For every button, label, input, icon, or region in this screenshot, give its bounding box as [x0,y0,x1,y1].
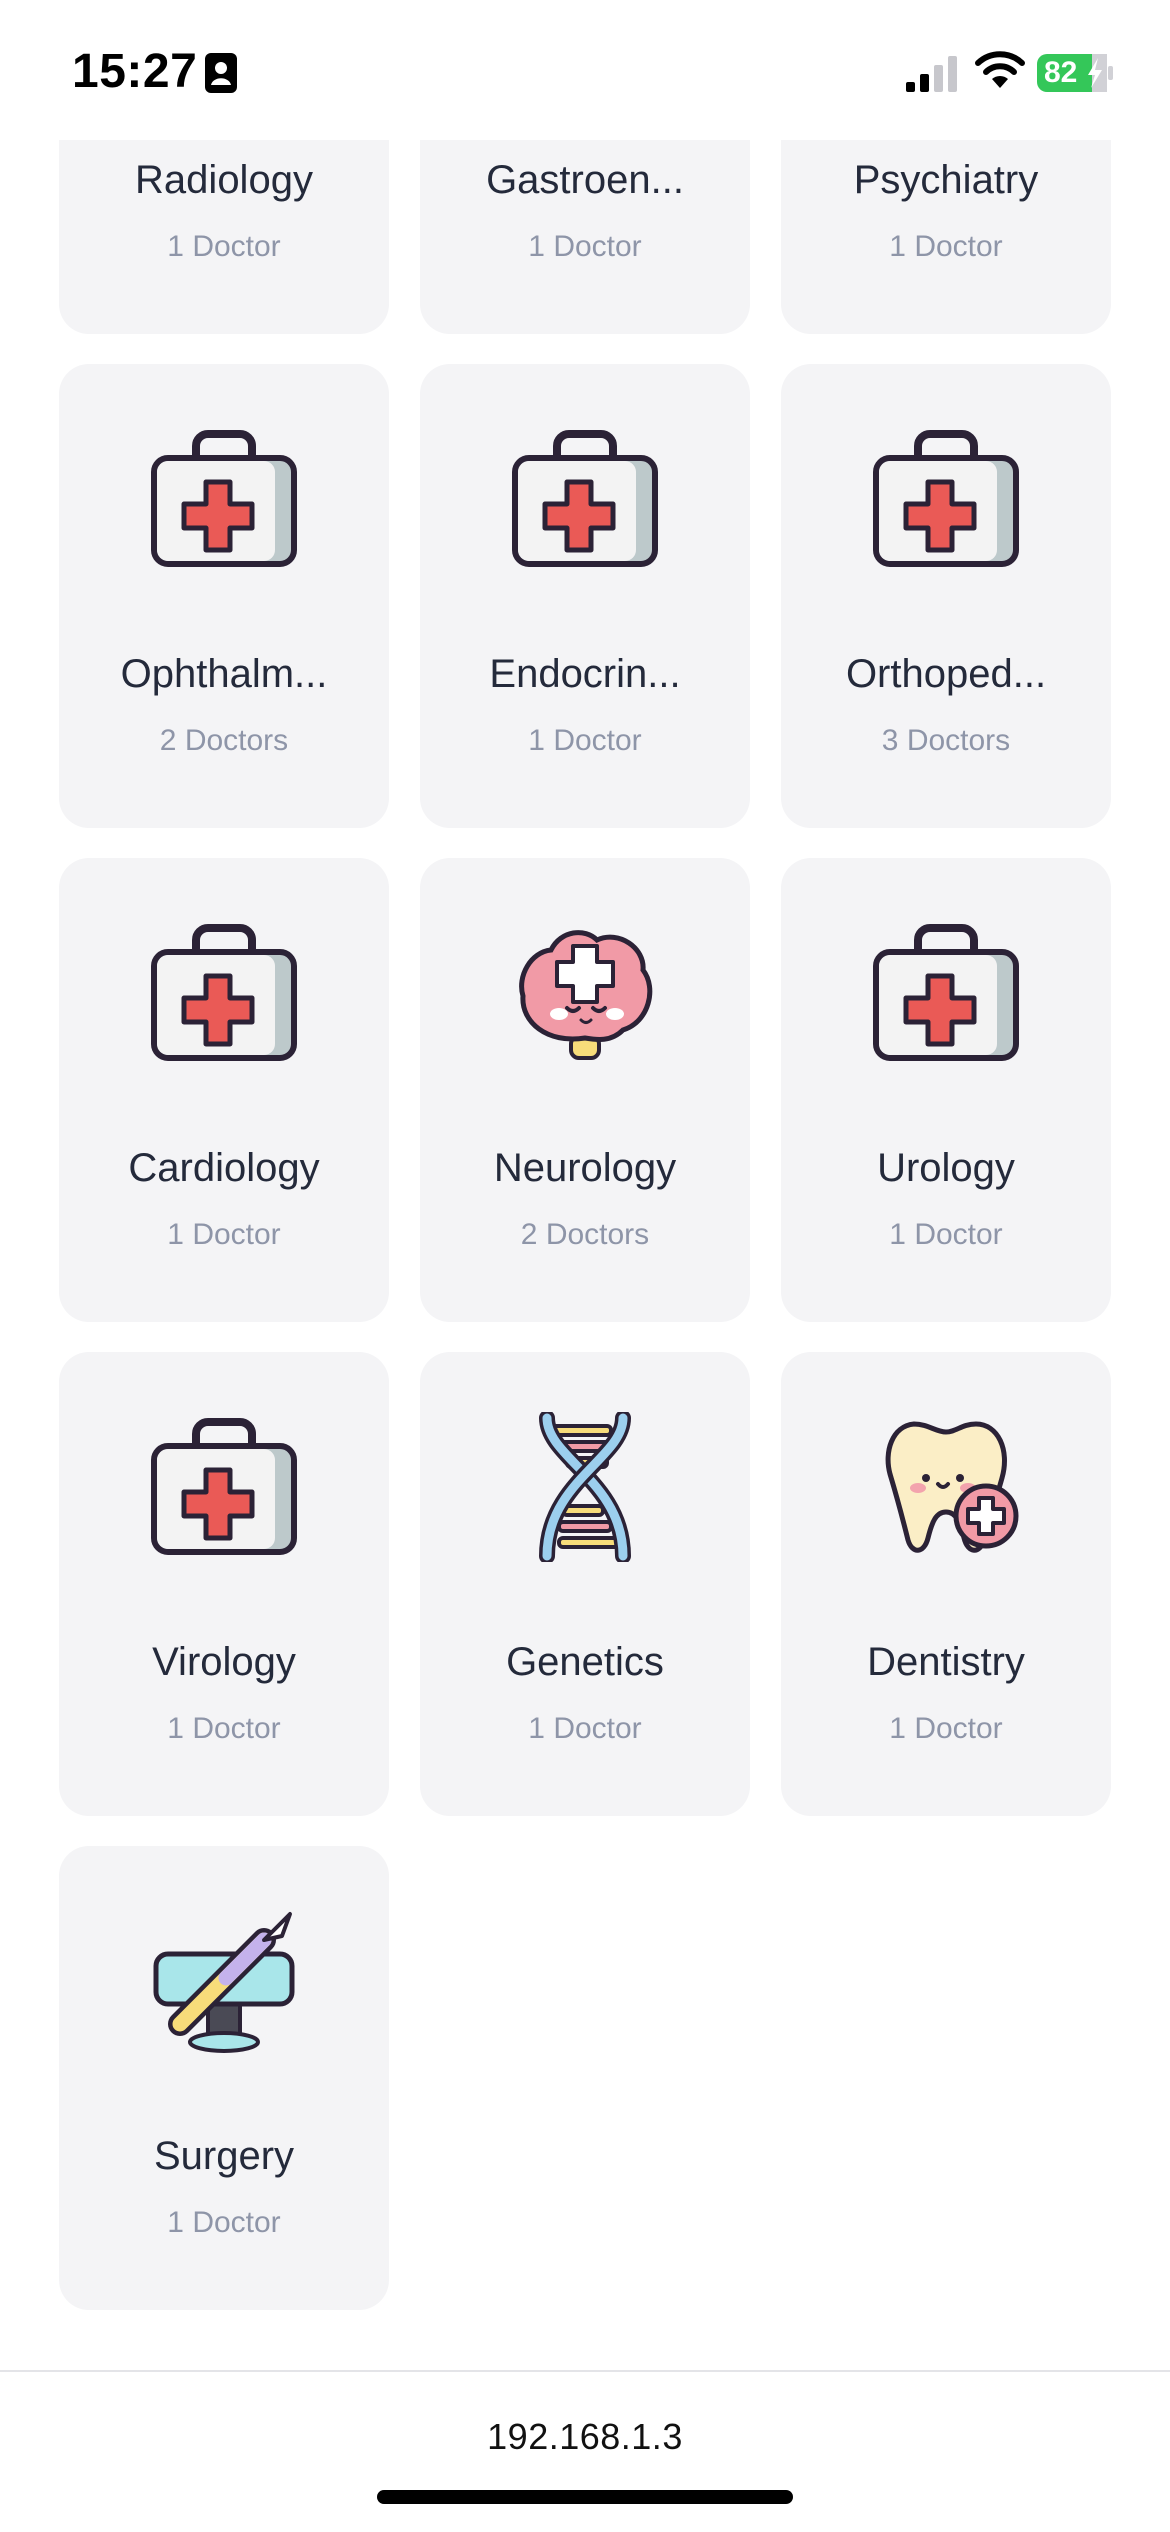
specialty-name: Surgery [153,2134,295,2178]
specialty-name: Psychiatry [853,158,1039,202]
specialty-name: Ophthalm... [120,652,328,696]
specialty-card-urology[interactable]: Urology 1 Doctor [781,858,1111,1322]
specialty-name: Dentistry [867,1640,1025,1684]
medical-kit-icon [59,918,389,1068]
doctor-count: 2 Doctors [159,724,289,757]
tooth-icon [781,1412,1111,1562]
specialty-name: Virology [152,1640,296,1684]
contact-card-icon [205,53,237,93]
doctor-count: 1 Doctor [167,230,281,263]
specialty-card-dentistry[interactable]: Dentistry 1 Doctor [781,1352,1111,1816]
battery-level: 82 [1044,56,1078,89]
specialty-card-endocrinology[interactable]: Endocrin... 1 Doctor [420,364,750,828]
app-screen: Radiology 1 Doctor Gastroen... 1 Doctor … [0,0,1170,2532]
brain-icon [420,918,750,1068]
medical-kit-icon [59,1412,389,1562]
specialty-name: Gastroen... [486,158,684,202]
status-bar: 15:27 82 [0,0,1170,140]
medical-kit-icon [781,424,1111,574]
medical-kit-icon [59,424,389,574]
specialty-card-ophthalmology[interactable]: Ophthalm... 2 Doctors [59,364,389,828]
doctor-count: 2 Doctors [520,1218,650,1251]
specialty-name: Genetics [506,1640,664,1684]
specialty-card-cardiology[interactable]: Cardiology 1 Doctor [59,858,389,1322]
specialty-card-virology[interactable]: Virology 1 Doctor [59,1352,389,1816]
doctor-count: 1 Doctor [889,1712,1003,1745]
doctor-count: 1 Doctor [889,230,1003,263]
doctor-count: 1 Doctor [889,1218,1003,1251]
dna-icon [420,1412,750,1562]
specialty-card-genetics[interactable]: Genetics 1 Doctor [420,1352,750,1816]
doctor-count: 1 Doctor [528,1712,642,1745]
doctor-count: 1 Doctor [167,1712,281,1745]
browser-address-bar[interactable]: 192.168.1.3 [0,2370,1170,2532]
specialty-card-neurology[interactable]: Neurology 2 Doctors [420,858,750,1322]
doctor-count: 1 Doctor [167,1218,281,1251]
cellular-signal-icon [906,56,957,92]
doctor-count: 1 Doctor [528,230,642,263]
specialty-name: Orthoped... [845,652,1047,696]
doctor-count: 1 Doctor [528,724,642,757]
home-indicator[interactable] [377,2490,793,2504]
doctor-count: 3 Doctors [881,724,1011,757]
specialty-name: Endocrin... [489,652,681,696]
specialty-grid: Radiology 1 Doctor Gastroen... 1 Doctor … [59,0,1111,2370]
medical-kit-icon [420,424,750,574]
wifi-icon [975,51,1025,88]
specialty-name: Neurology [493,1146,677,1190]
doctor-count: 1 Doctor [167,2206,281,2239]
specialty-card-orthopedics[interactable]: Orthoped... 3 Doctors [781,364,1111,828]
specialty-name: Urology [877,1146,1015,1190]
url-text[interactable]: 192.168.1.3 [0,2416,1170,2458]
medical-kit-icon [781,918,1111,1068]
specialty-name: Cardiology [128,1146,320,1190]
specialty-name: Radiology [135,158,313,202]
status-time: 15:27 [72,45,198,98]
specialty-card-surgery[interactable]: Surgery 1 Doctor [59,1846,389,2310]
scalpel-icon [59,1906,389,2056]
